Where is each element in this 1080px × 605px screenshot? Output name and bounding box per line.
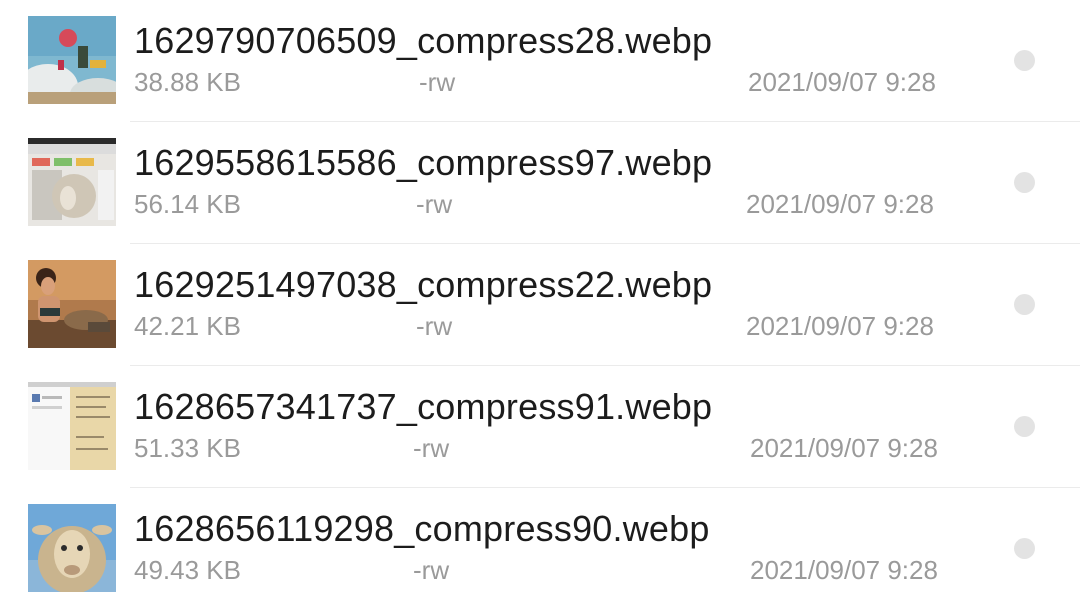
file-size: 38.88 KB bbox=[134, 67, 241, 97]
screenshot-sheep-thumbnail bbox=[28, 138, 116, 226]
file-permissions: -rw bbox=[416, 189, 453, 219]
file-row[interactable]: 1629251497038_compress22.webp 42.21 KB -… bbox=[0, 244, 1080, 366]
file-name: 1628656119298_compress90.webp bbox=[134, 508, 710, 549]
file-row[interactable]: 1629558615586_compress97.webp 56.14 KB -… bbox=[0, 122, 1080, 244]
file-size: 51.33 KB bbox=[134, 433, 241, 463]
file-row[interactable]: 1628657341737_compress91.webp 51.33 KB -… bbox=[0, 366, 1080, 488]
file-name: 1629558615586_compress97.webp bbox=[134, 142, 713, 183]
file-name: 1628657341737_compress91.webp bbox=[134, 386, 713, 427]
file-permissions: -rw bbox=[413, 555, 450, 585]
file-date: 2021/09/07 9:28 bbox=[746, 189, 934, 219]
file-date: 2021/09/07 9:28 bbox=[750, 433, 938, 463]
file-row[interactable]: 1629790706509_compress28.webp 38.88 KB -… bbox=[0, 0, 1080, 122]
file-row[interactable]: 1628656119298_compress90.webp 49.43 KB -… bbox=[0, 488, 1080, 605]
file-list: 1629790706509_compress28.webp 38.88 KB -… bbox=[0, 0, 1080, 605]
document-thumbnail bbox=[28, 382, 116, 470]
file-name: 1629251497038_compress22.webp bbox=[134, 264, 713, 305]
select-radio[interactable] bbox=[1014, 172, 1035, 193]
select-radio[interactable] bbox=[1014, 416, 1035, 437]
woman-portrait-thumbnail bbox=[28, 260, 116, 348]
file-date: 2021/09/07 9:28 bbox=[746, 311, 934, 341]
sky-figure-thumbnail bbox=[28, 16, 116, 104]
select-radio[interactable] bbox=[1014, 50, 1035, 71]
file-date: 2021/09/07 9:28 bbox=[750, 555, 938, 585]
file-size: 42.21 KB bbox=[134, 311, 241, 341]
file-name: 1629790706509_compress28.webp bbox=[134, 20, 713, 61]
file-permissions: -rw bbox=[419, 67, 456, 97]
file-permissions: -rw bbox=[413, 433, 450, 463]
file-size: 49.43 KB bbox=[134, 555, 241, 585]
select-radio[interactable] bbox=[1014, 294, 1035, 315]
file-permissions: -rw bbox=[416, 311, 453, 341]
select-radio[interactable] bbox=[1014, 538, 1035, 559]
sheep-thumbnail bbox=[28, 504, 116, 592]
file-date: 2021/09/07 9:28 bbox=[748, 67, 936, 97]
file-size: 56.14 KB bbox=[134, 189, 241, 219]
